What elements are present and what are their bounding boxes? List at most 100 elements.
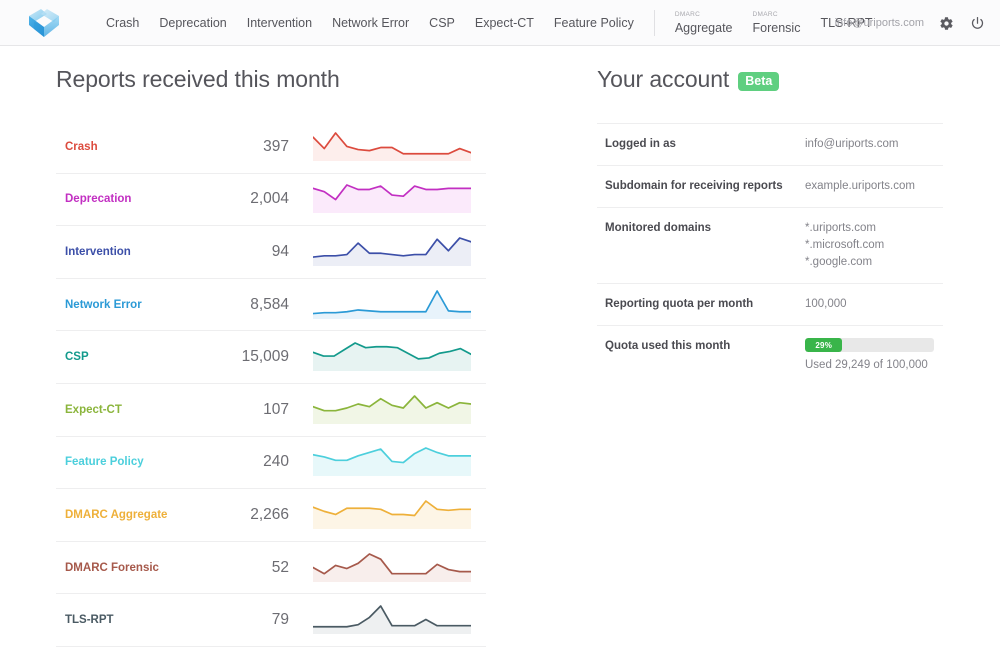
sparkline-chart-network-error — [313, 288, 471, 322]
account-value-line: *.uriports.com — [805, 222, 876, 234]
report-count-csp: 15,009 — [241, 348, 289, 366]
account-value: example.uriports.com — [805, 178, 943, 195]
report-count-expect-ct: 107 — [263, 400, 289, 418]
account-value: 29% Used 29,249 of 100,000 — [805, 338, 943, 374]
account-value-line: *.microsoft.com — [805, 239, 885, 251]
report-type-label-csp: CSP — [65, 351, 89, 364]
account-label: Logged in as — [605, 138, 676, 150]
nav-label: Crash — [106, 16, 140, 30]
sparkline-chart-intervention — [313, 235, 471, 269]
sparkline-chart-dmarc-aggregate — [313, 498, 471, 532]
reports-list: Crash 397 Deprecation 2,004 Intervention 94 Ne… — [56, 121, 486, 647]
account-value-line: *.google.com — [805, 256, 873, 268]
nav-divider — [653, 10, 655, 36]
table-row[interactable]: DMARC Aggregate 2,266 — [56, 489, 486, 542]
nav-item-expect-ct[interactable]: Expect-CT — [465, 0, 544, 46]
report-type-label-dmarc-aggregate: DMARC Aggregate — [65, 508, 168, 521]
power-icon[interactable] — [969, 15, 986, 32]
main-nav: Crash Deprecation Intervention Network E… — [96, 0, 883, 46]
table-row[interactable]: Feature Policy 240 — [56, 437, 486, 490]
account-label: Monitored domains — [605, 222, 712, 234]
nav-label: CSP — [429, 16, 455, 30]
quota-progress-bar: 29% — [805, 338, 934, 352]
quota-used-text: Used 29,249 of 100,000 — [805, 359, 928, 371]
nav-item-network-error[interactable]: Network Error — [322, 0, 419, 46]
report-type-label-intervention: Intervention — [65, 245, 131, 258]
nav-item-intervention[interactable]: Intervention — [237, 0, 322, 46]
account-row-subdomain-for-receiving-reports: Subdomain for receiving reports example.u… — [597, 166, 943, 208]
table-row[interactable]: Crash 397 — [56, 121, 486, 174]
sparkline-chart-dmarc-forensic — [313, 551, 471, 585]
table-row[interactable]: DMARC Forensic 52 — [56, 542, 486, 595]
table-row[interactable]: Network Error 8,584 — [56, 279, 486, 332]
nav-item-dmarc-aggregate[interactable]: DMARC Aggregate — [665, 5, 743, 42]
sparkline-chart-expect-ct — [313, 393, 471, 427]
quota-progress-fill: 29% — [805, 338, 843, 352]
report-count-deprecation: 2,004 — [250, 190, 289, 208]
sparkline-chart-csp — [313, 340, 471, 374]
account-value: info@uriports.com — [805, 136, 943, 153]
account-row-quota-used: Quota used this month 29% Used 29,249 of 1… — [597, 326, 943, 386]
report-type-label-network-error: Network Error — [65, 298, 142, 311]
report-count-dmarc-aggregate: 2,266 — [250, 505, 289, 523]
account-label: Quota used this month — [605, 340, 731, 352]
gear-icon[interactable] — [938, 15, 955, 32]
table-row[interactable]: Expect-CT 107 — [56, 384, 486, 437]
sparkline-chart-deprecation — [313, 182, 471, 216]
account-value-line: info@uriports.com — [805, 138, 899, 150]
table-row[interactable]: TLS-RPT 79 — [56, 594, 486, 647]
table-row[interactable]: CSP 15,009 — [56, 331, 486, 384]
account-value-line: example.uriports.com — [805, 180, 915, 192]
report-count-crash: 397 — [263, 137, 289, 155]
nav-item-feature-policy[interactable]: Feature Policy — [544, 0, 644, 46]
account-row-monitored-domains: Monitored domains *.uriports.com *.microso… — [597, 208, 943, 284]
account-details-table: Logged in as info@uriports.com Subdomain f… — [597, 123, 943, 386]
top-navigation-bar: Crash Deprecation Intervention Network E… — [0, 0, 1000, 46]
sparkline-chart-tls-rpt — [313, 603, 471, 637]
account-value: 100,000 — [805, 296, 943, 313]
report-count-tls-rpt: 79 — [271, 611, 289, 629]
user-email[interactable]: info@uriports.com — [835, 17, 924, 29]
account-value: *.uriports.com *.microsoft.com *.google.co… — [805, 220, 943, 271]
account-title: Your account — [597, 66, 730, 92]
report-type-label-dmarc-forensic: DMARC Forensic — [65, 561, 159, 574]
table-row[interactable]: Intervention 94 — [56, 226, 486, 279]
report-type-label-deprecation: Deprecation — [65, 193, 132, 206]
nav-label: Expect-CT — [474, 16, 534, 30]
report-count-intervention: 94 — [271, 242, 289, 260]
nav-label: Network Error — [332, 16, 410, 30]
nav-item-deprecation[interactable]: Deprecation — [149, 0, 236, 46]
account-label: Reporting quota per month — [605, 298, 754, 310]
status-badge: Beta — [738, 72, 780, 91]
nav-label: Deprecation — [159, 16, 227, 30]
report-count-dmarc-forensic: 52 — [271, 558, 289, 576]
table-row[interactable]: Deprecation 2,004 — [56, 174, 486, 227]
report-type-label-tls-rpt: TLS-RPT — [65, 614, 114, 627]
page-title: Reports received this month — [56, 66, 340, 92]
account-panel: Your account Beta Logged in as info@uripo… — [597, 46, 943, 386]
uriports-logo[interactable] — [24, 6, 64, 42]
nav-sublabel: DMARC — [674, 10, 701, 18]
account-row-logged-in-as: Logged in as info@uriports.com — [597, 124, 943, 166]
report-type-label-expect-ct: Expect-CT — [65, 403, 122, 416]
nav-label: Feature Policy — [553, 16, 634, 30]
reports-panel: Reports received this month Crash 397 Depr… — [56, 46, 486, 647]
account-row-reporting-quota-per-month: Reporting quota per month 100,000 — [597, 284, 943, 326]
quota-percent-label: 29% — [815, 340, 833, 350]
nav-item-crash[interactable]: Crash — [96, 0, 149, 46]
account-value-line: 100,000 — [805, 298, 847, 310]
page-content: Reports received this month Crash 397 Depr… — [0, 46, 1000, 651]
report-count-feature-policy: 240 — [263, 453, 289, 471]
logo-icon — [29, 9, 59, 37]
nav-sublabel: DMARC — [752, 10, 778, 18]
report-type-label-feature-policy: Feature Policy — [65, 456, 144, 469]
account-title-row: Your account Beta — [597, 46, 943, 93]
topbar-right-cluster: info@uriports.com — [835, 0, 986, 46]
sparkline-chart-feature-policy — [313, 445, 471, 479]
account-label: Subdomain for receiving reports — [605, 180, 783, 192]
nav-item-csp[interactable]: CSP — [419, 0, 465, 46]
sparkline-chart-crash — [313, 130, 471, 164]
nav-label: Intervention — [246, 16, 313, 30]
report-type-label-crash: Crash — [65, 140, 98, 153]
nav-item-dmarc-forensic[interactable]: DMARC Forensic — [743, 5, 811, 42]
